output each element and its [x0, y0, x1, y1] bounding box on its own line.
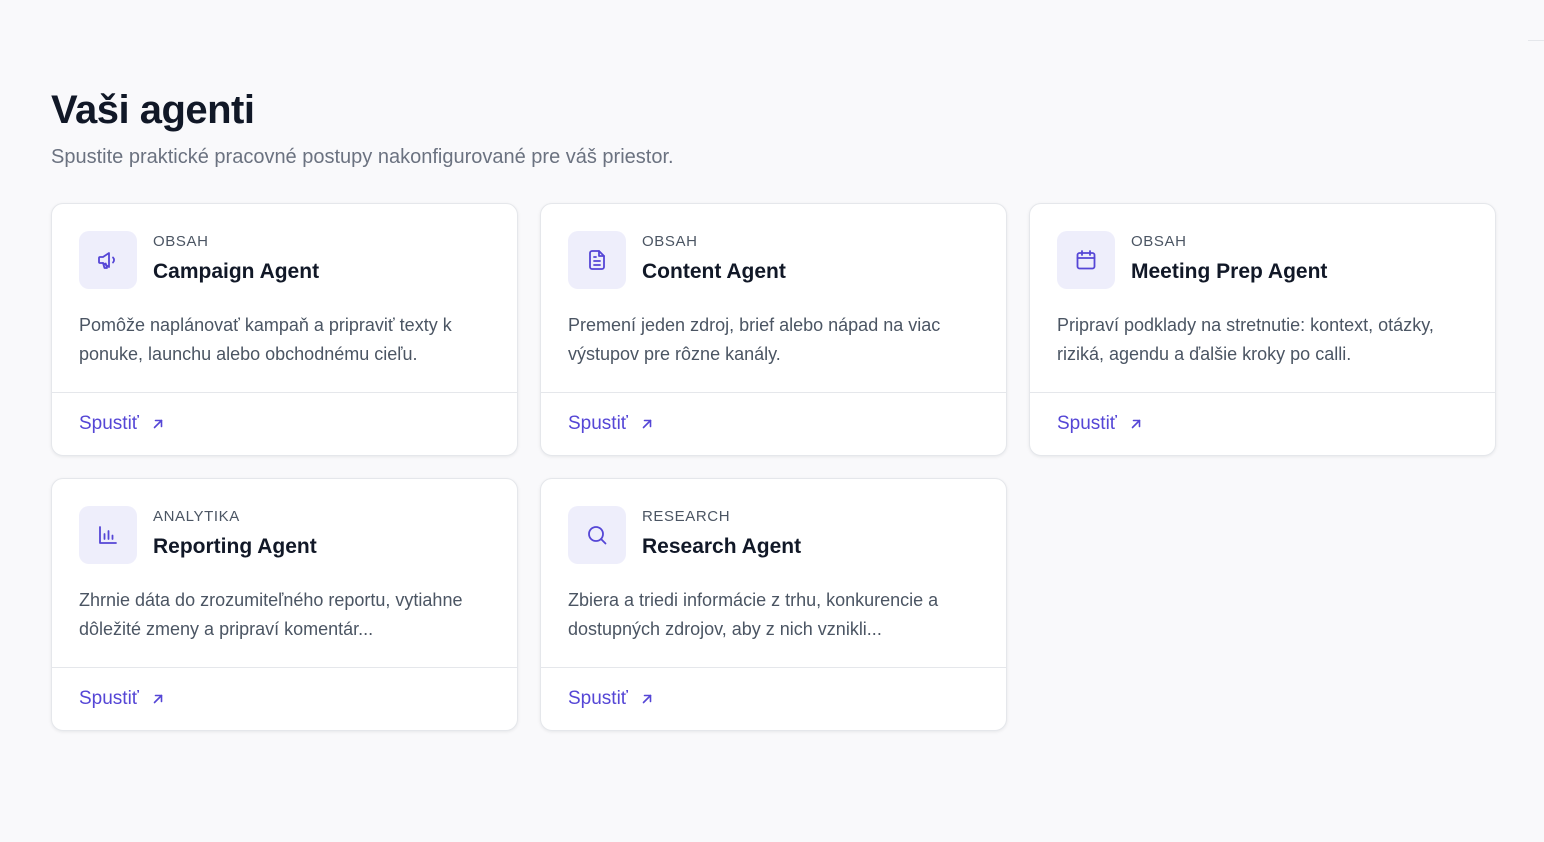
run-label: Spustiť [79, 413, 139, 434]
bar-chart-icon [99, 526, 117, 544]
agent-name: Meeting Prep Agent [1131, 260, 1328, 283]
arrow-up-right-icon [153, 419, 163, 429]
run-button-campaign[interactable]: Spustiť [79, 413, 165, 435]
run-button-reporting[interactable]: Spustiť [79, 688, 165, 710]
icon-box [568, 231, 626, 289]
card-body: ANALYTIKA Reporting Agent Zhrnie dáta do… [52, 479, 517, 667]
page-header: Vaši agenti Spustite praktické pracovné … [51, 88, 674, 169]
card-head: OBSAH Meeting Prep Agent [1057, 231, 1468, 289]
agent-card-reporting: ANALYTIKA Reporting Agent Zhrnie dáta do… [51, 478, 518, 731]
search-icon [588, 526, 607, 545]
run-button-research[interactable]: Spustiť [568, 688, 654, 710]
agent-grid: OBSAH Campaign Agent Pomôže naplánovať k… [51, 203, 1496, 731]
agent-description: Zhrnie dáta do zrozumiteľného reportu, v… [79, 590, 463, 639]
agent-category: OBSAH [1131, 233, 1187, 250]
agent-category: OBSAH [642, 233, 698, 250]
card-body: OBSAH Campaign Agent Pomôže naplánovať k… [52, 204, 517, 392]
agents-page: Vaši agenti Spustite praktické pracovné … [0, 0, 1544, 842]
card-head: OBSAH Campaign Agent [79, 231, 490, 289]
arrow-up-right-icon [642, 419, 652, 429]
card-head: OBSAH Content Agent [568, 231, 979, 289]
card-footer: Spustiť [52, 667, 517, 730]
arrow-up-right-icon [1131, 419, 1141, 429]
card-head-text: OBSAH Campaign Agent [153, 231, 319, 284]
megaphone-icon [98, 252, 115, 269]
agent-name: Research Agent [642, 535, 802, 558]
card-head-text: ANALYTIKA Reporting Agent [153, 506, 317, 559]
card-footer: Spustiť [1030, 392, 1495, 455]
agent-description: Pripraví podklady na stretnutie: kontext… [1057, 315, 1434, 364]
card-head-text: RESEARCH Research Agent [642, 506, 801, 559]
divider [1528, 40, 1544, 41]
agent-card-research: RESEARCH Research Agent Zbiera a triedi … [540, 478, 1007, 731]
card-body: OBSAH Meeting Prep Agent Pripraví podkla… [1030, 204, 1495, 392]
run-label: Spustiť [1057, 413, 1117, 434]
agent-card-meeting-prep: OBSAH Meeting Prep Agent Pripraví podkla… [1029, 203, 1496, 456]
card-head-text: OBSAH Content Agent [642, 231, 786, 284]
run-button-content[interactable]: Spustiť [568, 413, 654, 435]
document-icon [589, 250, 605, 270]
run-label: Spustiť [568, 413, 628, 434]
card-head-text: OBSAH Meeting Prep Agent [1131, 231, 1327, 284]
agent-name: Campaign Agent [153, 260, 320, 283]
agent-category: RESEARCH [642, 508, 731, 525]
icon-box [1057, 231, 1115, 289]
card-footer: Spustiť [52, 392, 517, 455]
agent-description: Zbiera a triedi informácie z trhu, konku… [568, 590, 939, 639]
card-footer: Spustiť [541, 667, 1006, 730]
agent-category: ANALYTIKA [153, 508, 240, 525]
page-subtitle: Spustite praktické pracovné postupy nako… [51, 146, 674, 168]
card-footer: Spustiť [541, 392, 1006, 455]
card-head: RESEARCH Research Agent [568, 506, 979, 564]
icon-box [79, 506, 137, 564]
agent-description: Pomôže naplánovať kampaň a pripraviť tex… [79, 315, 452, 364]
agent-name: Content Agent [642, 260, 786, 283]
calendar-icon [1076, 250, 1096, 270]
run-button-meeting-prep[interactable]: Spustiť [1057, 413, 1143, 435]
card-body: RESEARCH Research Agent Zbiera a triedi … [541, 479, 1006, 667]
agent-card-content: OBSAH Content Agent Premení jeden zdroj,… [540, 203, 1007, 456]
icon-box [79, 231, 137, 289]
arrow-up-right-icon [642, 694, 652, 704]
run-label: Spustiť [79, 688, 139, 709]
agent-name: Reporting Agent [153, 535, 317, 558]
agent-card-campaign: OBSAH Campaign Agent Pomôže naplánovať k… [51, 203, 518, 456]
icon-box [568, 506, 626, 564]
card-head: ANALYTIKA Reporting Agent [79, 506, 490, 564]
card-body: OBSAH Content Agent Premení jeden zdroj,… [541, 204, 1006, 392]
agent-category: OBSAH [153, 233, 209, 250]
page-title: Vaši agenti [51, 88, 255, 132]
agent-description: Premení jeden zdroj, brief alebo nápad n… [568, 315, 941, 364]
arrow-up-right-icon [153, 694, 163, 704]
run-label: Spustiť [568, 688, 628, 709]
